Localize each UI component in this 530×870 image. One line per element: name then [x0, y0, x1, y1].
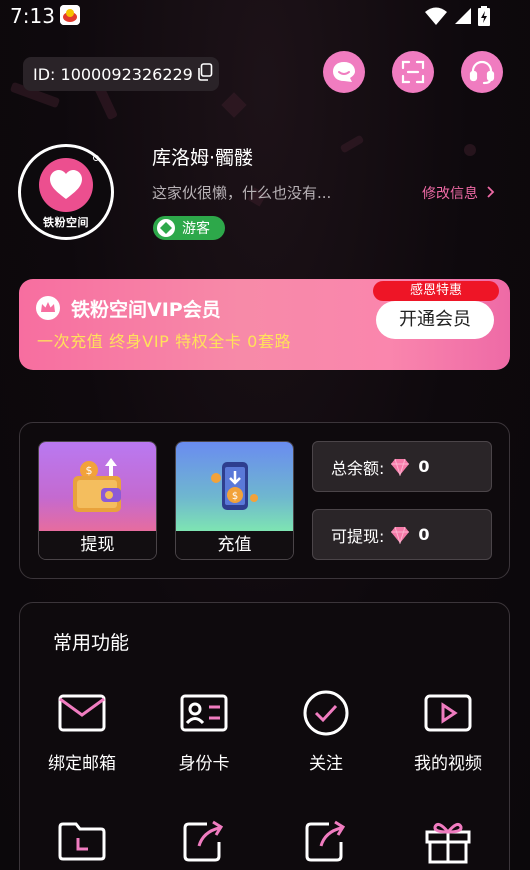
signal-icon — [455, 8, 471, 24]
wallet-panel: $ 提现 $ 充值 总余额: 0 可提现: 0 — [19, 422, 510, 579]
id-card-label: 身份卡 — [178, 754, 230, 774]
message-button[interactable] — [323, 51, 365, 93]
notification-app-icon — [60, 5, 80, 25]
user-id-chip[interactable]: ID: 1000092326229 — [23, 57, 219, 91]
guest-badge-label: 游客 — [182, 221, 210, 237]
share-icon — [178, 815, 230, 867]
copy-icon[interactable] — [197, 63, 213, 85]
total-balance-value: 0 — [418, 457, 430, 476]
follow-item[interactable]: 关注 — [271, 687, 381, 774]
mail-icon — [56, 687, 108, 739]
vip-subtitle: 一次充值 终身VIP 特权全卡 0套路 — [37, 332, 292, 351]
customer-service-button[interactable] — [461, 51, 503, 93]
common-functions-panel: 常用功能 绑定邮箱 身份卡 关注 我的视频 — [19, 602, 510, 870]
total-balance-label: 总余额: — [331, 458, 385, 478]
withdrawable-balance-box: 可提现: 0 — [312, 509, 492, 560]
recharge-label: 充值 — [176, 531, 293, 559]
follow-label: 关注 — [309, 754, 343, 774]
my-videos-label: 我的视频 — [414, 754, 482, 774]
chevron-right-icon — [487, 186, 495, 198]
scan-icon — [401, 60, 425, 84]
gift-icon — [422, 815, 474, 867]
vip-promo-tag: 感恩特惠 — [373, 281, 499, 301]
app-logo-icon — [39, 158, 93, 212]
gem-icon — [391, 458, 410, 476]
share-item-2[interactable] — [271, 815, 381, 867]
phone-payment-icon: $ — [210, 462, 258, 510]
withdraw-tile[interactable]: $ 提现 — [38, 441, 157, 560]
status-bar: 7:13 — [0, 0, 530, 34]
history-item[interactable] — [27, 815, 137, 867]
crown-icon — [36, 296, 60, 320]
edit-profile-label: 修改信息 — [422, 186, 478, 202]
profile-page: 7:13 ID: 1000092326229 铁粉空间 库洛姆·髑髅 这家伙很懒… — [0, 0, 530, 870]
diamond-badge-icon — [157, 219, 175, 237]
total-balance-box: 总余额: 0 — [312, 441, 492, 492]
recharge-tile[interactable]: $ 充值 — [175, 441, 294, 560]
user-bio: 这家伙很懒，什么也没有... — [152, 184, 332, 202]
check-circle-icon — [300, 687, 352, 739]
share-icon — [300, 815, 352, 867]
vip-banner[interactable]: 铁粉空间VIP会员 一次充值 终身VIP 特权全卡 0套路 感恩特惠 开通会员 — [19, 279, 510, 370]
chat-bubble-icon — [333, 62, 355, 82]
status-icons — [424, 6, 490, 26]
wifi-icon — [425, 7, 447, 25]
svg-text:$: $ — [231, 491, 237, 502]
video-icon — [422, 687, 474, 739]
id-card-item[interactable]: 身份卡 — [149, 687, 259, 774]
history-folder-icon — [56, 815, 108, 867]
avatar-text: 铁粉空间 — [43, 216, 89, 229]
gift-item[interactable] — [393, 815, 503, 867]
share-item[interactable] — [149, 815, 259, 867]
wallet-icon: $ — [72, 458, 121, 512]
withdraw-label: 提现 — [39, 531, 156, 559]
withdrawable-balance-value: 0 — [418, 525, 430, 544]
open-vip-button[interactable]: 开通会员 — [376, 301, 494, 339]
user-id-text: ID: 1000092326229 — [33, 64, 193, 84]
status-time: 7:13 — [10, 4, 55, 28]
svg-text:$: $ — [85, 464, 92, 477]
common-functions-title: 常用功能 — [53, 632, 130, 654]
vip-title: 铁粉空间VIP会员 — [71, 299, 221, 321]
edit-profile-link[interactable]: 修改信息 — [422, 183, 495, 203]
id-card-icon — [178, 687, 230, 739]
bind-email-item[interactable]: 绑定邮箱 — [27, 687, 137, 774]
bind-email-label: 绑定邮箱 — [48, 754, 116, 774]
username: 库洛姆·髑髅 — [152, 147, 254, 169]
gem-icon — [391, 526, 410, 544]
avatar-dot-icon — [93, 155, 99, 161]
withdrawable-balance-label: 可提现: — [331, 526, 385, 546]
guest-badge: 游客 — [153, 216, 225, 240]
avatar[interactable]: 铁粉空间 — [18, 144, 114, 240]
my-videos-item[interactable]: 我的视频 — [393, 687, 503, 774]
battery-icon — [478, 6, 490, 26]
headset-icon — [469, 60, 495, 85]
scan-button[interactable] — [392, 51, 434, 93]
